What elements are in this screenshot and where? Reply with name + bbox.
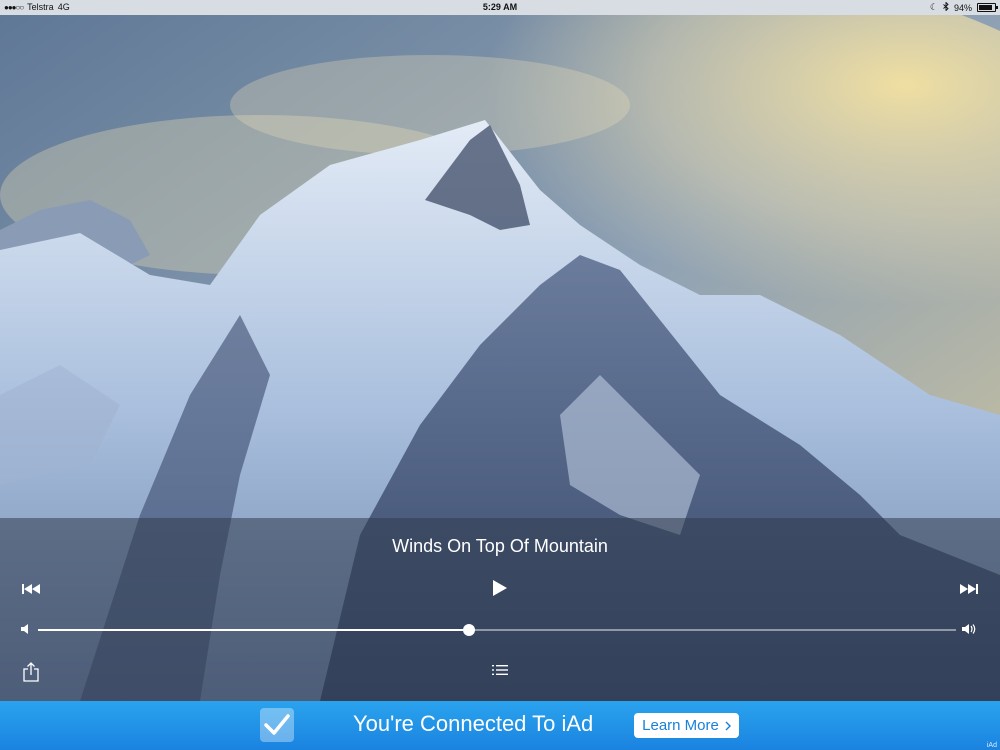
ad-banner[interactable]: You're Connected To iAd Learn More iAd: [0, 701, 1000, 750]
play-icon: [493, 580, 507, 596]
volume-slider-thumb[interactable]: [463, 624, 476, 636]
battery-icon: [977, 3, 998, 12]
iad-logo: iAd: [986, 742, 997, 749]
learn-more-label: Learn More: [642, 717, 719, 734]
volume-slider[interactable]: [38, 629, 956, 631]
share-icon: [23, 662, 39, 682]
checkmark-icon: [260, 708, 294, 742]
playlist-icon: [492, 665, 508, 675]
next-track-button[interactable]: [956, 578, 982, 600]
next-track-icon: [960, 584, 978, 594]
bluetooth-icon: [943, 1, 949, 13]
status-bar: ●●●○○ Telstra 4G 5:29 AM ☾ 94%: [0, 0, 1000, 15]
track-title: Winds On Top Of Mountain: [392, 536, 608, 556]
battery-percent: 94%: [953, 2, 972, 13]
share-button[interactable]: [20, 660, 42, 684]
sleep-timer-icon: [963, 665, 972, 674]
volume-slider-fill: [38, 629, 470, 631]
volume-low-icon: [18, 622, 32, 636]
play-button[interactable]: [486, 576, 514, 600]
player-panel: Winds On Top Of Mountain: [0, 518, 1000, 701]
previous-track-icon: [22, 584, 40, 594]
ad-text: You're Connected To iAd: [353, 711, 594, 736]
sleep-timer-button[interactable]: [960, 662, 976, 678]
previous-track-button[interactable]: [18, 578, 44, 600]
status-right: ☾ 94%: [929, 1, 998, 13]
learn-more-button[interactable]: Learn More: [634, 713, 739, 738]
chevron-right-icon: [725, 721, 731, 730]
clock: 5:29 AM: [482, 2, 518, 12]
moon-icon: ☾: [929, 2, 938, 12]
volume-high-icon: [960, 622, 980, 636]
playlist-button[interactable]: [490, 662, 510, 678]
